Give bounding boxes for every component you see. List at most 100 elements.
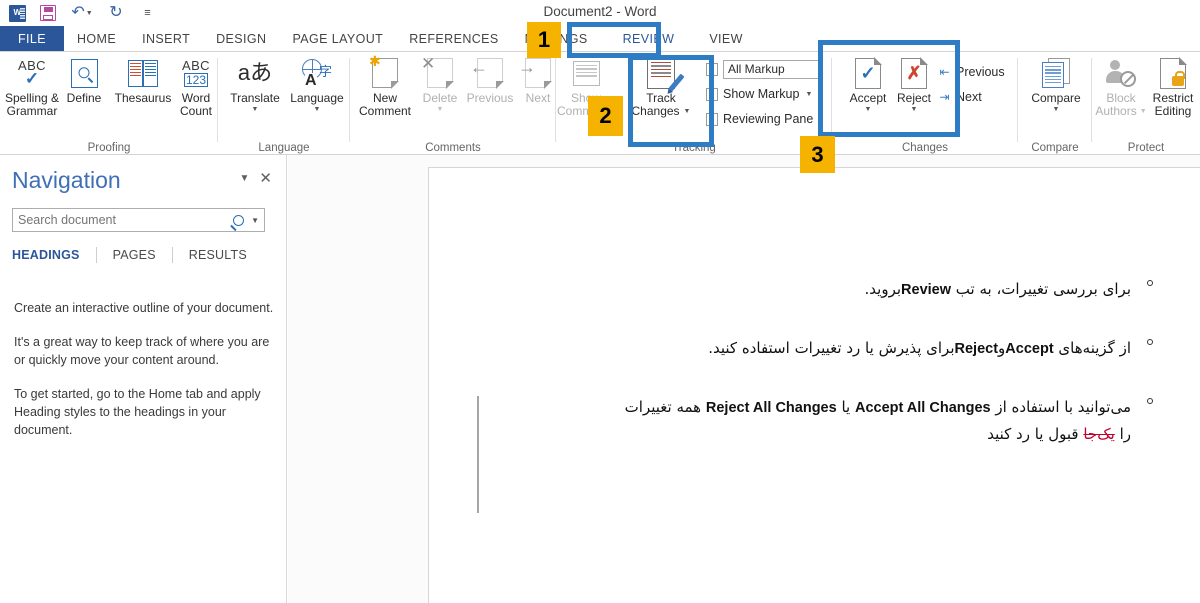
word-count-icon: ABC 123: [182, 58, 210, 87]
nav-tab-headings[interactable]: HEADINGS: [12, 248, 96, 262]
translate-icon: aあ: [237, 60, 273, 85]
delete-comment-label: Delete: [422, 91, 458, 105]
nav-tab-results[interactable]: RESULTS: [173, 248, 263, 262]
close-icon[interactable]: ✕: [259, 171, 272, 186]
english-term: Accept All Changes: [854, 400, 991, 416]
new-comment-button[interactable]: ✱ New Comment: [354, 53, 416, 134]
persian-text: می‌توانید با استفاده از: [990, 398, 1131, 416]
navigation-pane: Navigation ▼ ✕ ▼ HEADINGS PAGES RESULTS …: [0, 155, 287, 603]
highlight-review-tab: [567, 22, 661, 58]
ribbon-group-proofing: ABC ✓ Spelling & Grammar Define Thesauru…: [0, 52, 218, 155]
compare-button[interactable]: Compare ▼: [1026, 54, 1086, 134]
group-label-comments: Comments: [425, 142, 481, 154]
thesaurus-icon: [128, 54, 158, 92]
navigation-tabs: HEADINGS PAGES RESULTS: [12, 247, 263, 263]
reviewing-pane-label: Reviewing Pane: [723, 112, 814, 126]
search-input[interactable]: [18, 213, 234, 227]
restrict-editing-icon: [1160, 54, 1187, 92]
word-count-button[interactable]: ABC 123 Word Count: [172, 54, 220, 134]
group-label-proofing: Proofing: [87, 142, 131, 154]
show-markup-label: Show Markup: [723, 87, 800, 101]
next-comment-button[interactable]: → Next: [516, 54, 560, 134]
persian-text: را: [1114, 425, 1131, 443]
navigation-empty-state: Create an interactive outline of your do…: [14, 299, 276, 455]
new-comment-label-2: Comment: [358, 104, 411, 118]
tracked-deletion: یک‌جا: [1083, 425, 1115, 443]
bullet-marker: [1147, 339, 1153, 345]
navigation-hint-3: To get started, go to the Home tab and a…: [14, 387, 261, 437]
tab-view[interactable]: VIEW: [696, 26, 756, 52]
language-button[interactable]: A字 Language ▼: [284, 54, 350, 134]
document-page[interactable]: برای بررسی تغییرات، به تب Reviewبروید. ا…: [428, 167, 1200, 603]
list-item: از گزینه‌های AcceptوRejectبرای پذیرش یا …: [511, 335, 1153, 362]
chevron-down-icon: ▼: [805, 90, 813, 98]
save-icon[interactable]: [37, 2, 59, 24]
show-comments-icon: [572, 54, 600, 92]
tab-insert[interactable]: INSERT: [129, 26, 203, 52]
tab-file[interactable]: FILE: [0, 26, 64, 52]
ribbon-group-compare: Compare ▼ Compare: [1018, 52, 1092, 155]
chevron-down-icon[interactable]: ▼: [251, 216, 259, 225]
previous-change-label: Previous: [956, 65, 1005, 79]
english-term: Reject: [954, 341, 999, 357]
spelling-grammar-button[interactable]: ABC ✓ Spelling & Grammar: [4, 54, 60, 134]
document-canvas[interactable]: برای بررسی تغییرات، به تب Reviewبروید. ا…: [288, 155, 1200, 603]
tab-references[interactable]: REFERENCES: [396, 26, 511, 52]
callout-1: 1: [527, 22, 561, 58]
compare-icon: [1042, 54, 1070, 92]
changed-lines-bar: [477, 396, 479, 513]
callout-2: 2: [588, 96, 623, 136]
persian-text: قبول یا رد کنید: [987, 425, 1084, 443]
spelling-grammar-icon: ABC ✓: [18, 58, 46, 88]
navigation-hint-1: Create an interactive outline of your do…: [14, 301, 274, 315]
define-button[interactable]: Define: [58, 54, 110, 134]
thesaurus-label: Thesaurus: [114, 91, 172, 105]
block-authors-icon: [1106, 54, 1136, 92]
customize-qat-icon[interactable]: ≡: [136, 2, 158, 24]
ribbon-group-language: aあ Translate ▼ A字 Language ▼ Language: [218, 52, 350, 155]
undo-icon[interactable]: ↶ ▼: [68, 2, 96, 24]
restrict-editing-label-2: Editing: [1154, 104, 1192, 118]
block-authors-button[interactable]: Block Authors ▼: [1094, 54, 1148, 134]
tab-design[interactable]: DESIGN: [203, 26, 279, 52]
nav-tab-pages[interactable]: PAGES: [97, 248, 172, 262]
tab-home[interactable]: HOME: [64, 26, 129, 52]
persian-text: همه تغییرات: [624, 398, 706, 416]
translate-button[interactable]: aあ Translate ▼: [222, 54, 288, 134]
search-icon[interactable]: [233, 214, 245, 226]
persian-text: بروید.: [864, 280, 902, 298]
define-label: Define: [66, 91, 102, 105]
highlight-accept-reject: [818, 40, 960, 137]
delete-comment-button[interactable]: ✕ Delete ▼: [416, 54, 464, 134]
spelling-grammar-label-2: Grammar: [6, 104, 58, 118]
word-logo-icon[interactable]: W: [6, 2, 28, 24]
navigation-hint-2: It's a great way to keep track of where …: [14, 335, 270, 367]
next-comment-icon: →: [518, 54, 552, 92]
show-markup-menu[interactable]: Show Markup ▼: [706, 83, 812, 105]
language-label: Language: [290, 91, 344, 105]
compare-label: Compare: [1031, 91, 1081, 105]
display-for-review-value: All Markup: [723, 59, 819, 79]
english-term: Accept: [1005, 341, 1054, 357]
display-for-review-dropdown[interactable]: All Markup: [706, 58, 819, 80]
persian-text: از گزینه‌های: [1053, 339, 1131, 357]
reviewing-pane-button[interactable]: Reviewing Pane: [706, 108, 813, 130]
redo-icon[interactable]: ↻: [105, 2, 127, 24]
navigation-pane-title: Navigation: [12, 167, 121, 193]
highlight-track-changes: [628, 55, 714, 147]
define-icon: [70, 54, 98, 92]
persian-text: برای پذیرش یا رد تغییرات استفاده کنید.: [708, 339, 955, 357]
callout-3: 3: [800, 136, 835, 173]
new-comment-icon: ✱: [369, 53, 399, 92]
search-input-wrapper[interactable]: ▼: [12, 208, 265, 232]
chevron-down-icon[interactable]: ▼: [240, 173, 250, 184]
thesaurus-button[interactable]: Thesaurus: [108, 54, 178, 134]
group-label-language: Language: [258, 142, 310, 154]
document-body-text: برای بررسی تغییرات، به تب Reviewبروید. ا…: [511, 276, 1153, 479]
restrict-editing-button[interactable]: Restrict Editing: [1146, 54, 1200, 134]
group-label-protect: Protect: [1127, 142, 1165, 154]
persian-text: یا: [836, 398, 855, 416]
previous-comment-button[interactable]: ← Previous: [462, 54, 518, 134]
ribbon-group-protect: Block Authors ▼ Restrict Editing Protect: [1092, 52, 1200, 155]
tab-page-layout[interactable]: PAGE LAYOUT: [279, 26, 396, 52]
